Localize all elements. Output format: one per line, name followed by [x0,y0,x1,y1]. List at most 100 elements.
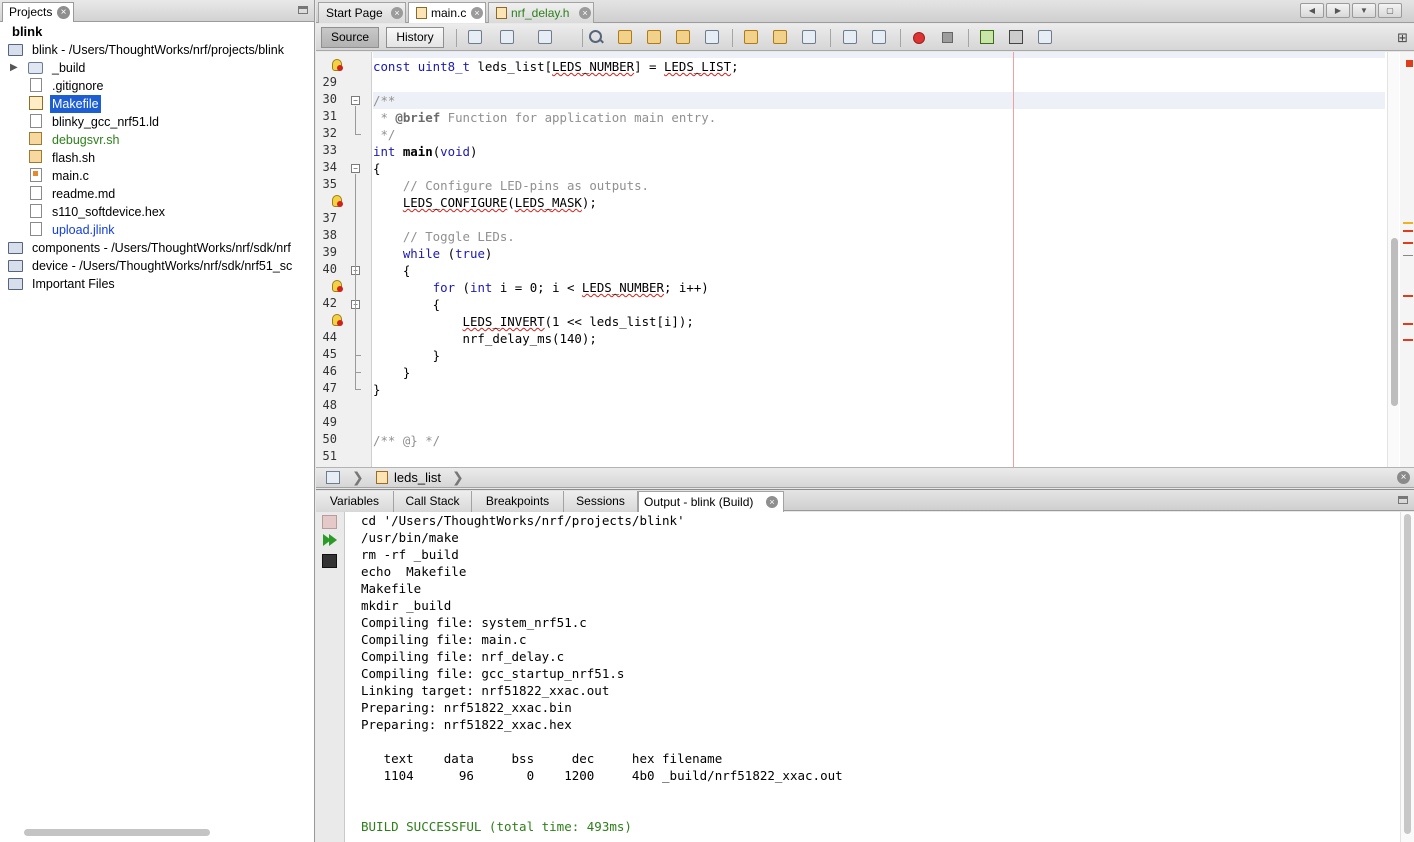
tab-output-build[interactable]: Output - blink (Build) × [638,491,784,512]
code-token: ] = [634,59,664,74]
code-line[interactable]: // Toggle LEDs. [373,228,515,245]
forward-icon[interactable] [538,30,552,44]
error-mark[interactable] [1403,295,1413,297]
expand-arrow-icon[interactable]: ▶ [10,59,18,77]
code-line[interactable]: const uint8_t leds_list[LEDS_NUMBER] = L… [373,58,739,75]
file-navigator-icon[interactable] [326,471,340,484]
code-line[interactable]: LEDS_CONFIGURE(LEDS_MASK); [373,194,597,211]
code-line[interactable]: */ [373,126,395,143]
error-hint-icon[interactable] [332,280,343,292]
scroll-tabs-right-icon[interactable]: ▶ [1326,3,1350,18]
close-icon[interactable]: × [579,7,591,19]
line-number: 51 [322,449,337,463]
terminal-icon[interactable] [322,554,337,568]
code-line[interactable]: } [373,381,380,398]
close-icon[interactable]: × [391,7,403,19]
code-line[interactable]: { [373,262,410,279]
tab-start-page[interactable]: Start Page × [318,2,406,23]
close-breadcrumb-icon[interactable]: × [1397,471,1410,484]
tab-call-stack[interactable]: Call Stack [394,491,472,512]
minimize-icon[interactable] [298,6,308,14]
warning-mark[interactable] [1403,222,1413,224]
output-vertical-scrollbar[interactable] [1400,512,1414,842]
output-scroll-thumb[interactable] [1404,514,1411,834]
find-icon[interactable] [588,29,606,46]
code-line[interactable]: LEDS_INVERT(1 << leds_list[i]); [373,313,694,330]
tab-breakpoints[interactable]: Breakpoints [472,491,564,512]
horizontal-scrollbar[interactable] [24,829,210,836]
toggle-rectangular-selection-icon[interactable] [705,30,719,44]
output-line: Compiling file: system_nrf51.c [361,615,587,630]
start-macro-recording-icon[interactable] [913,32,925,44]
back-icon[interactable] [500,30,514,44]
output-window[interactable]: cd '/Users/ThoughtWorks/nrf/projects/bli… [316,512,1414,842]
tab-label: Sessions [576,494,625,508]
code-line[interactable]: { [373,296,440,313]
close-icon[interactable]: × [471,7,483,19]
source-button[interactable]: Source [321,27,379,48]
tab-sessions[interactable]: Sessions [564,491,638,512]
code-token: // Configure LED-pins as outputs. [373,178,650,193]
error-hint-icon[interactable] [332,59,343,71]
stop-macro-recording-icon[interactable] [942,32,953,43]
toolbar-separator [582,29,583,47]
code-editor[interactable]: 2930−31323334−3537383940−42−444546474849… [316,52,1414,467]
tab-main-c[interactable]: main.c × [408,2,486,23]
error-mark[interactable] [1403,323,1413,325]
toggle-highlight-icon[interactable] [676,30,690,44]
diff-icon[interactable] [1038,30,1052,44]
shift-left-icon[interactable] [843,30,857,44]
line-number-gutter[interactable]: 2930−31323334−3537383940−42−444546474849… [316,52,372,467]
editor-scroll-thumb[interactable] [1391,238,1398,406]
error-status-icon[interactable] [1406,60,1413,67]
toggle-bookmark-icon[interactable] [802,30,816,44]
code-token: ( [440,246,456,261]
tab-nrf-delay-h[interactable]: nrf_delay.h × [488,2,594,23]
uncomment-icon[interactable] [1009,30,1023,44]
find-previous-icon[interactable] [618,30,632,44]
tab-list-dropdown-icon[interactable]: ▼ [1352,3,1376,18]
fold-toggle-icon[interactable]: − [351,96,360,105]
error-stripe[interactable] [1400,52,1414,467]
last-edit-icon[interactable] [468,30,482,44]
error-mark[interactable] [1403,242,1413,244]
caret-mark[interactable] [1403,255,1413,256]
breadcrumb-item[interactable]: leds_list [394,470,441,485]
rerun-icon[interactable] [322,533,337,547]
code-line[interactable]: } [373,364,410,381]
error-mark[interactable] [1403,230,1413,232]
code-line[interactable]: } [373,347,440,364]
output-line: text data bss dec hex filename [361,751,723,766]
code-line[interactable]: nrf_delay_ms(140); [373,330,597,347]
previous-bookmark-icon[interactable] [744,30,758,44]
code-line[interactable]: { [373,160,380,177]
editor-vertical-scrollbar[interactable] [1387,52,1399,467]
code-line[interactable]: int main(void) [373,143,477,160]
line-number: 29 [322,75,337,89]
maximize-icon[interactable]: ▢ [1378,3,1402,18]
code-line[interactable]: for (int i = 0; i < LEDS_NUMBER; i++) [373,279,709,296]
fold-toggle-icon[interactable]: − [351,164,360,173]
find-next-icon[interactable] [647,30,661,44]
code-line[interactable]: /** [373,92,395,109]
error-mark[interactable] [1403,339,1413,341]
error-hint-icon[interactable] [332,314,343,326]
expand-toolbar-icon[interactable]: ⊞ [1397,30,1408,46]
minimize-icon[interactable] [1398,496,1408,504]
close-icon[interactable]: × [766,496,778,508]
code-line[interactable]: while (true) [373,245,493,262]
code-line[interactable]: * @brief Function for application main e… [373,109,716,126]
error-hint-icon[interactable] [332,195,343,207]
code-line[interactable]: /** @} */ [373,432,440,449]
code-line[interactable]: // Configure LED-pins as outputs. [373,177,649,194]
history-button[interactable]: History [386,27,444,48]
tab-variables[interactable]: Variables [316,491,394,512]
scroll-tabs-left-icon[interactable]: ◀ [1300,3,1324,18]
shell-script-icon [29,150,42,163]
shift-right-icon[interactable] [872,30,886,44]
tab-projects[interactable]: Projects × [2,2,74,22]
stop-build-icon[interactable] [322,515,337,529]
close-icon[interactable]: × [57,6,70,19]
next-bookmark-icon[interactable] [773,30,787,44]
comment-icon[interactable] [980,30,994,44]
